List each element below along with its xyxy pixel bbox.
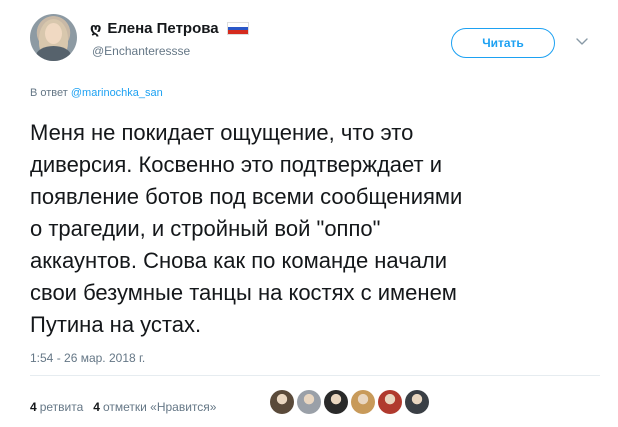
liker-avatar-4[interactable] bbox=[351, 390, 375, 414]
user-avatar[interactable] bbox=[30, 14, 77, 61]
reply-prefix: В ответ bbox=[30, 87, 68, 99]
likes-count: 4 bbox=[93, 400, 100, 414]
liker-avatar-5[interactable] bbox=[378, 390, 402, 414]
retweets-label: ретвита bbox=[39, 400, 84, 414]
name-prefix: ღ bbox=[90, 20, 102, 36]
liker-avatar-2[interactable] bbox=[297, 390, 321, 414]
liker-avatar-1[interactable] bbox=[270, 390, 294, 414]
retweets-stat[interactable]: 4 ретвита bbox=[30, 400, 83, 414]
chevron-down-icon[interactable] bbox=[574, 34, 590, 48]
likes-label: отметки «Нравится» bbox=[102, 400, 217, 414]
tweet-stats: 4 ретвита 4 отметки «Нравится» bbox=[30, 400, 216, 414]
avatar-body bbox=[36, 46, 71, 61]
display-name[interactable]: Елена Петрова bbox=[107, 20, 218, 37]
avatar-face bbox=[45, 23, 62, 44]
liker-avatar-3[interactable] bbox=[324, 390, 348, 414]
username[interactable]: @Enchanteressse bbox=[92, 44, 190, 58]
liker-avatar-6[interactable] bbox=[405, 390, 429, 414]
reply-handle-link[interactable]: @marinochka_san bbox=[71, 87, 163, 99]
author-name-row[interactable]: ღ Елена Петрова bbox=[90, 20, 249, 37]
likers-avatars bbox=[270, 390, 429, 414]
reply-context: В ответ @marinochka_san bbox=[30, 87, 163, 99]
russia-flag-icon bbox=[226, 22, 249, 35]
tweet-timestamp[interactable]: 1:54 - 26 мар. 2018 г. bbox=[30, 351, 145, 365]
follow-button[interactable]: Читать bbox=[451, 28, 555, 58]
tweet-text: Меня не покидает ощущение, что это дивер… bbox=[30, 120, 463, 337]
likes-stat[interactable]: 4 отметки «Нравится» bbox=[93, 400, 216, 414]
divider bbox=[30, 375, 600, 376]
retweets-count: 4 bbox=[30, 400, 37, 414]
